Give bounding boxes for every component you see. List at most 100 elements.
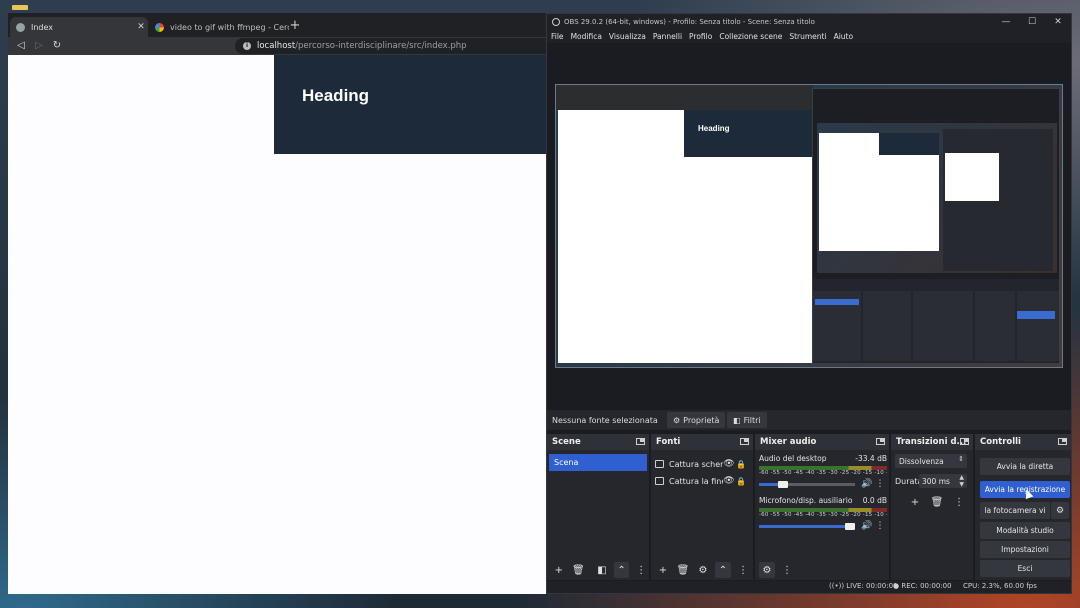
menu-visualizza[interactable]: Visualizza <box>609 32 646 41</box>
undock-icon[interactable] <box>876 438 885 445</box>
source-toolbar: Nessuna fonte selezionata ⚙ Proprietà ◧ … <box>547 410 1071 430</box>
add-source-button[interactable]: + <box>655 562 671 578</box>
folder-icon[interactable] <box>12 5 28 10</box>
transition-value: Dissolvenza <box>899 456 944 466</box>
trash-icon[interactable]: 🗑 <box>929 494 945 510</box>
captured-dock <box>975 291 1015 361</box>
source-name: Cattura la fine <box>669 476 723 486</box>
url-path: /percorso-interdisciplinare/src/index.ph… <box>295 41 467 51</box>
lock-icon[interactable]: 🔒 <box>735 477 747 486</box>
forward-button[interactable]: ▷ <box>32 39 46 53</box>
add-transition-button[interactable]: + <box>907 494 923 510</box>
menu-collezione-scene[interactable]: Collezione scene <box>719 32 782 41</box>
menu-strumenti[interactable]: Strumenti <box>789 32 826 41</box>
dock-header: Mixer audio <box>755 434 889 450</box>
duration-value: 300 ms <box>922 476 950 486</box>
info-icon[interactable]: i <box>243 42 251 50</box>
back-button[interactable]: ◁ <box>14 39 28 53</box>
scene-item[interactable]: Scena <box>549 454 647 471</box>
undock-icon[interactable] <box>960 438 969 445</box>
mixer-settings-button[interactable]: ⚙ <box>759 562 775 578</box>
eye-icon[interactable]: 👁 <box>723 459 735 469</box>
volume-slider[interactable] <box>759 480 855 488</box>
trash-icon[interactable]: 🗑 <box>571 562 587 578</box>
more-icon[interactable]: ⋮ <box>633 562 649 578</box>
volume-knob[interactable] <box>777 480 788 488</box>
spin-arrows-icon[interactable]: ▲ ▼ <box>959 474 964 488</box>
tab-google-search[interactable]: video to gif with ffmpeg - Cerca con G <box>149 17 289 37</box>
channel-name: Audio del desktop <box>759 454 827 463</box>
reload-button[interactable]: ↻ <box>50 39 64 53</box>
undock-icon[interactable] <box>740 438 749 445</box>
globe-icon <box>16 22 25 32</box>
url-host: localhost <box>257 41 296 51</box>
trash-icon[interactable]: 🗑 <box>675 562 691 578</box>
source-item[interactable]: Cattura scher 👁 🔒 <box>655 457 747 471</box>
close-window-button[interactable]: ✕ <box>1045 14 1071 30</box>
exit-button[interactable]: Esci <box>980 560 1070 577</box>
new-tab-button[interactable]: + <box>288 18 302 34</box>
chevron-updown-icon: ⇕ <box>958 455 964 463</box>
filter-icon[interactable]: ◧ <box>594 562 610 578</box>
maximize-button[interactable]: ☐ <box>1019 14 1045 30</box>
more-icon[interactable]: ⋮ <box>873 479 887 489</box>
add-scene-button[interactable]: + <box>551 562 567 578</box>
dock-header: Fonti <box>651 434 753 450</box>
more-icon[interactable]: ⋮ <box>779 562 795 578</box>
settings-button[interactable]: Impostazioni <box>980 541 1070 558</box>
more-icon[interactable]: ⋮ <box>873 521 887 531</box>
captured-preview <box>817 123 1057 273</box>
gear-icon[interactable]: ⚙ <box>695 562 711 578</box>
filters-label: Filtri <box>743 415 761 425</box>
duration-spinbox[interactable]: 300 ms ▲ ▼ <box>919 474 967 488</box>
dock-footer: + 🗑 ◧ ⌃ ⋮ <box>547 560 649 580</box>
captured-dock <box>863 291 911 361</box>
dock-header: Scene <box>547 434 649 450</box>
undock-icon[interactable] <box>636 438 645 445</box>
properties-button[interactable]: ⚙ Proprietà <box>667 412 726 428</box>
menu-profilo[interactable]: Profilo <box>689 32 712 41</box>
volume-slider[interactable] <box>759 522 855 530</box>
preview-area[interactable]: Heading <box>547 43 1071 410</box>
level-meter <box>759 508 887 512</box>
move-up-button[interactable]: ⌃ <box>613 562 630 578</box>
move-up-button[interactable]: ⌃ <box>715 562 731 578</box>
tab-index[interactable]: Index ✕ <box>10 17 148 37</box>
address-bar[interactable]: i localhost/percorso-interdisciplinare/s… <box>235 38 546 54</box>
minimize-button[interactable]: — <box>993 14 1019 30</box>
audio-mixer-dock: Mixer audio Audio del desktop -33.4 dB -… <box>755 434 889 580</box>
close-icon[interactable]: ✕ <box>134 22 148 32</box>
scenes-dock: Scene Scena + 🗑 ◧ ⌃ ⋮ <box>547 434 649 580</box>
studio-mode-button[interactable]: Modalità studio <box>980 522 1070 539</box>
menu-pannelli[interactable]: Pannelli <box>653 32 682 41</box>
menu-file[interactable]: File <box>551 32 564 41</box>
filters-button[interactable]: ◧ Filtri <box>727 412 767 428</box>
dock-title: Mixer audio <box>760 437 817 447</box>
captured-dock <box>1017 291 1059 361</box>
speaker-icon[interactable]: 🔊 <box>861 479 873 489</box>
captured-page-header <box>684 110 812 157</box>
speaker-icon[interactable]: 🔊 <box>861 521 873 531</box>
start-streaming-button[interactable]: Avvia la diretta <box>980 458 1070 475</box>
google-icon <box>155 22 164 32</box>
undock-icon[interactable] <box>1058 438 1067 445</box>
menu-modifica[interactable]: Modifica <box>571 32 602 41</box>
dock-title: Transizioni d... <box>896 437 967 447</box>
lock-icon[interactable]: 🔒 <box>735 460 747 469</box>
virtual-camera-button[interactable]: la fotocamera vi <box>980 502 1050 519</box>
meter-scale: -60 -55 -50 -45 -40 -35 -30 -25 -20 -15 … <box>759 470 887 476</box>
filter-icon: ◧ <box>733 415 741 425</box>
source-item[interactable]: Cattura la fine 👁 🔒 <box>655 474 747 488</box>
captured-scene-highlight <box>815 299 859 305</box>
status-bar: ((•)) LIVE: 00:00:00 ● REC: 00:00:00 CPU… <box>547 581 1071 593</box>
virtual-camera-settings-button[interactable]: ⚙ <box>1051 502 1069 519</box>
captured-nested-page-2 <box>945 153 999 201</box>
more-icon[interactable]: ⋮ <box>951 494 967 510</box>
transition-select[interactable]: Dissolvenza ⇕ <box>895 454 967 468</box>
volume-knob[interactable] <box>845 522 855 530</box>
more-icon[interactable]: ⋮ <box>735 562 751 578</box>
eye-icon[interactable]: 👁 <box>723 476 735 486</box>
captured-obs-window <box>812 88 1060 364</box>
menu-aiuto[interactable]: Aiuto <box>834 32 854 41</box>
sources-dock: Fonti Cattura scher 👁 🔒 Cattura la fine … <box>651 434 753 580</box>
